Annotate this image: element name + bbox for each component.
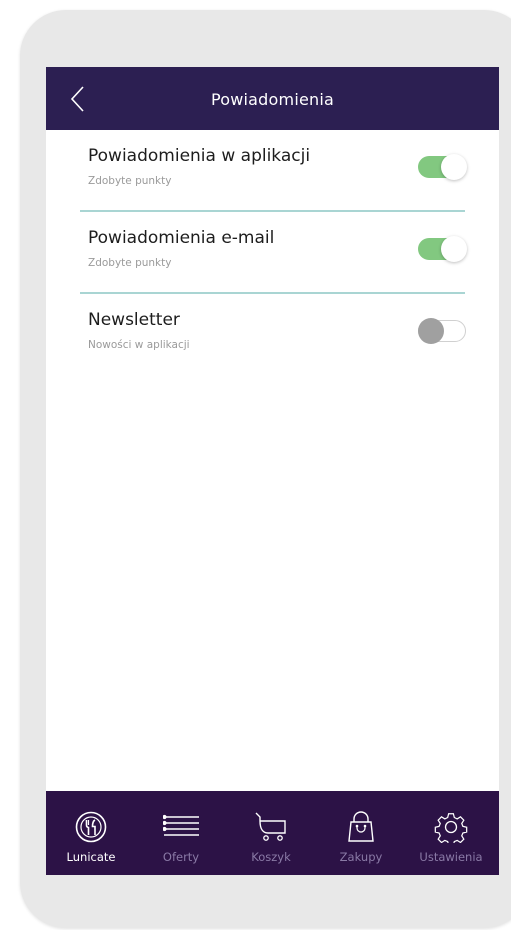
header-bar: Powiadomienia: [46, 67, 499, 130]
toggle-knob: [418, 318, 444, 344]
setting-subtitle: Nowości w aplikacji: [88, 339, 190, 351]
setting-subtitle: Zdobyte punkty: [88, 257, 172, 269]
back-button[interactable]: [68, 84, 90, 114]
gear-icon: [434, 813, 468, 843]
app-notifications-toggle[interactable]: [418, 154, 467, 180]
setting-row-email-notifications: Powiadomienia e-mail Zdobyte punkty: [80, 212, 467, 294]
app-screen: Powiadomienia Powiadomienia w aplikacji …: [46, 67, 499, 875]
shopping-bag-icon: [348, 811, 374, 842]
tab-oferty[interactable]: Oferty: [136, 791, 226, 875]
tab-label: Koszyk: [251, 850, 291, 864]
setting-title: Powiadomienia e-mail: [88, 228, 275, 248]
page-title: Powiadomienia: [210, 90, 334, 109]
setting-row-newsletter: Newsletter Nowości w aplikacji: [80, 294, 466, 376]
tab-lunicate[interactable]: Lunicate: [46, 791, 136, 875]
setting-row-app-notifications: Powiadomienia w aplikacji Zdobyte punkty: [80, 130, 467, 212]
tab-koszyk[interactable]: Koszyk: [226, 791, 316, 875]
setting-subtitle: Zdobyte punkty: [88, 175, 172, 187]
toggle-knob: [441, 236, 467, 262]
tab-label: Lunicate: [66, 850, 116, 864]
newsletter-toggle[interactable]: [418, 318, 466, 344]
setting-title: Powiadomienia w aplikacji: [88, 146, 311, 166]
bottom-tab-bar: Lunicate Oferty Koszyk Zakupy Ustawienia: [46, 791, 499, 875]
plate-fork-knife-icon: [75, 811, 107, 843]
tab-label: Ustawienia: [419, 850, 483, 864]
tab-zakupy[interactable]: Zakupy: [316, 791, 406, 875]
tab-label: Oferty: [162, 850, 200, 864]
chevron-left-icon: [70, 86, 84, 112]
setting-title: Newsletter: [88, 310, 180, 330]
list-icon: [163, 814, 199, 836]
cart-icon: [255, 812, 286, 841]
tab-label: Zakupy: [339, 850, 383, 864]
email-notifications-toggle[interactable]: [418, 236, 467, 262]
tab-ustawienia[interactable]: Ustawienia: [406, 791, 496, 875]
toggle-knob: [441, 154, 467, 180]
